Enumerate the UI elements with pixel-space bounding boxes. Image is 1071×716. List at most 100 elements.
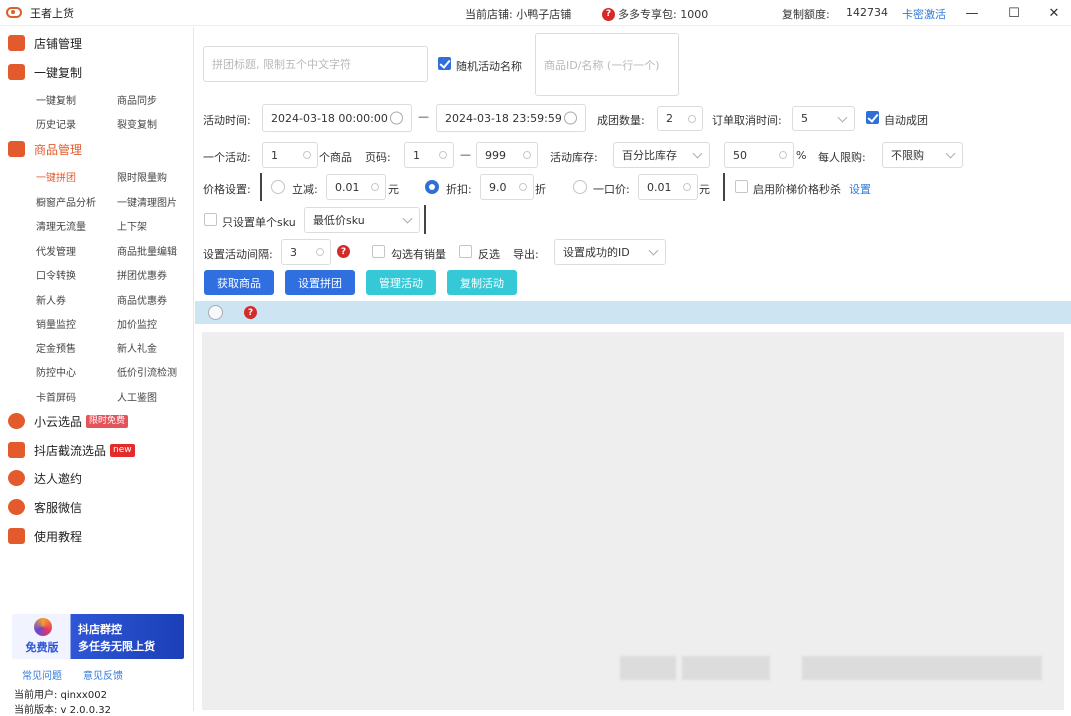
sidebar-sub-group-buy[interactable]: 一键拼团	[36, 169, 76, 184]
quota-value: 142734	[846, 6, 888, 19]
discount-radio[interactable]	[425, 180, 439, 194]
sidebar-sub-presale[interactable]: 定金预售	[36, 340, 76, 355]
sidebar-sub-code[interactable]: 口令转换	[36, 267, 76, 282]
sidebar-item-label: 一键复制	[34, 65, 83, 80]
sidebar-sub-first-screen[interactable]: 卡首屏码	[36, 389, 76, 404]
sidebar-sub-copy[interactable]: 一键复制	[36, 92, 76, 107]
auto-group-checkbox[interactable]	[866, 111, 879, 124]
sidebar-item-influencer[interactable]: 达人邀约	[0, 464, 82, 492]
sidebar-sub-fission[interactable]: 裂变复制	[117, 116, 157, 131]
chevron-down-icon	[837, 112, 848, 123]
table-header-strip: ?	[195, 301, 1071, 324]
sidebar-sub-flash[interactable]: 限时限量购	[117, 169, 167, 184]
sidebar-item-support[interactable]: 客服微信	[0, 493, 82, 521]
start-time-picker[interactable]: 2024-03-18 00:00:00	[262, 104, 412, 132]
discount-stepper[interactable]: 9.0	[480, 174, 534, 200]
random-name-checkbox[interactable]	[438, 57, 451, 70]
page-from-stepper[interactable]: 1	[404, 142, 454, 168]
new-badge: new	[110, 443, 135, 457]
maximize-button[interactable]: ☐	[1001, 3, 1027, 23]
sidebar-sub-shelf[interactable]: 上下架	[117, 218, 147, 233]
close-button[interactable]: ✕	[1041, 3, 1067, 23]
fixed-price-unit: 元	[699, 183, 710, 196]
chevron-down-icon	[648, 245, 659, 256]
sidebar-sub-manual[interactable]: 人工鉴图	[117, 389, 157, 404]
page-to-value: 999	[485, 148, 506, 162]
sidebar-sub-new-coupon[interactable]: 新人券	[36, 292, 66, 307]
stock-mode-select[interactable]: 百分比库存	[613, 142, 710, 168]
sidebar-item-tutorial[interactable]: 使用教程	[0, 522, 82, 550]
sidebar-sub-price-monitor[interactable]: 加价监控	[117, 316, 157, 331]
sidebar-sub-clean-traffic[interactable]: 清理无流量	[36, 218, 86, 233]
sidebar-item-label: 商品管理	[34, 142, 83, 157]
promo-banner[interactable]: 免费版 抖店群控 多任务无限上货	[12, 614, 184, 659]
version-label: 当前版本: v 2.0.0.32	[14, 705, 111, 716]
get-products-button[interactable]: 获取商品	[204, 270, 274, 295]
stock-value-stepper[interactable]: 50	[724, 142, 794, 168]
help-icon[interactable]: ?	[602, 7, 615, 21]
ladder-setting-link[interactable]: 设置	[849, 181, 871, 197]
fixed-price-label: 一口价:	[593, 183, 630, 196]
start-time-value: 2024-03-18 00:00:00	[271, 111, 388, 125]
limit-select[interactable]: 不限购	[882, 142, 963, 168]
has-sales-checkbox[interactable]	[372, 245, 385, 258]
per-unit-label: 个商品	[319, 151, 352, 164]
chevron-down-icon	[402, 213, 413, 224]
sidebar-sub-sales-monitor[interactable]: 销量监控	[36, 316, 76, 331]
sidebar-sub-dropship[interactable]: 代发管理	[36, 243, 76, 258]
end-time-picker[interactable]: 2024-03-18 23:59:59	[436, 104, 586, 132]
sidebar-item-xiaoyun[interactable]: 小云选品 限时免费	[0, 407, 129, 435]
page-to-stepper[interactable]: 999	[476, 142, 538, 168]
sidebar-sub-risk[interactable]: 防控中心	[36, 364, 76, 379]
single-sku-checkbox[interactable]	[204, 213, 217, 226]
time-separator: —	[418, 110, 429, 123]
feedback-link[interactable]: 意见反馈	[83, 667, 123, 682]
sidebar-item-product-mgmt[interactable]: 商品管理	[0, 135, 82, 163]
help-icon[interactable]: ?	[337, 245, 350, 258]
fixed-price-stepper[interactable]: 0.01	[638, 174, 698, 200]
copy-activity-button[interactable]: 复制活动	[447, 270, 517, 295]
stepper-icon	[519, 183, 527, 191]
faq-link[interactable]: 常见问题	[22, 667, 62, 682]
sidebar-item-doudian[interactable]: 抖店截流选品 new	[0, 436, 135, 464]
export-select[interactable]: 设置成功的ID	[554, 239, 666, 265]
invert-checkbox[interactable]	[459, 245, 472, 258]
sidebar-sub-sync[interactable]: 商品同步	[117, 92, 157, 107]
search-icon	[8, 413, 25, 429]
sidebar-sub-bulk-edit[interactable]: 商品批量编辑	[117, 243, 177, 258]
stock-mode-value: 百分比库存	[622, 149, 677, 162]
stepper-icon	[303, 151, 311, 159]
ladder-checkbox[interactable]	[735, 180, 748, 193]
price-off-stepper[interactable]: 0.01	[326, 174, 386, 200]
sidebar-sub-lowprice[interactable]: 低价引流检测	[117, 364, 177, 379]
fixed-price-radio[interactable]	[573, 180, 587, 194]
sidebar-sub-clean-img[interactable]: 一键清理图片	[117, 194, 177, 209]
sidebar-sub-gift[interactable]: 新人礼金	[117, 340, 157, 355]
sidebar-sub-product-coupon[interactable]: 商品优惠券	[117, 292, 167, 307]
app-title: 王者上货	[30, 6, 74, 20]
interval-stepper[interactable]: 3	[281, 239, 331, 265]
product-id-textarea[interactable]: 商品ID/名称 (一行一个)	[535, 33, 679, 96]
sku-mode-select[interactable]: 最低价sku	[304, 207, 420, 233]
help-icon[interactable]: ?	[244, 306, 257, 319]
sidebar-sub-history[interactable]: 历史记录	[36, 116, 76, 131]
sidebar-sub-group-coupon[interactable]: 拼团优惠券	[117, 267, 167, 282]
stepper-icon	[688, 114, 696, 123]
price-off-label: 立减:	[292, 183, 318, 196]
grid-icon	[8, 141, 25, 157]
price-off-radio[interactable]	[271, 180, 285, 194]
sidebar-item-shop-mgmt[interactable]: 店铺管理	[0, 29, 82, 57]
group-count-stepper[interactable]: 2	[657, 106, 703, 131]
sidebar-item-label: 客服微信	[34, 500, 83, 515]
activate-link[interactable]: 卡密激活	[902, 6, 946, 22]
sidebar-item-one-click-copy[interactable]: 一键复制	[0, 58, 82, 86]
manage-activity-button[interactable]: 管理活动	[366, 270, 436, 295]
select-all-radio[interactable]	[208, 305, 223, 320]
minimize-button[interactable]: —	[959, 3, 985, 23]
discount-label: 折扣:	[446, 183, 472, 196]
set-group-button[interactable]: 设置拼团	[285, 270, 355, 295]
group-title-input[interactable]: 拼团标题, 限制五个中文字符	[203, 46, 428, 82]
order-cancel-select[interactable]: 5	[792, 106, 855, 131]
sidebar-sub-window[interactable]: 橱窗产品分析	[36, 194, 96, 209]
per-activity-stepper[interactable]: 1	[262, 142, 318, 168]
